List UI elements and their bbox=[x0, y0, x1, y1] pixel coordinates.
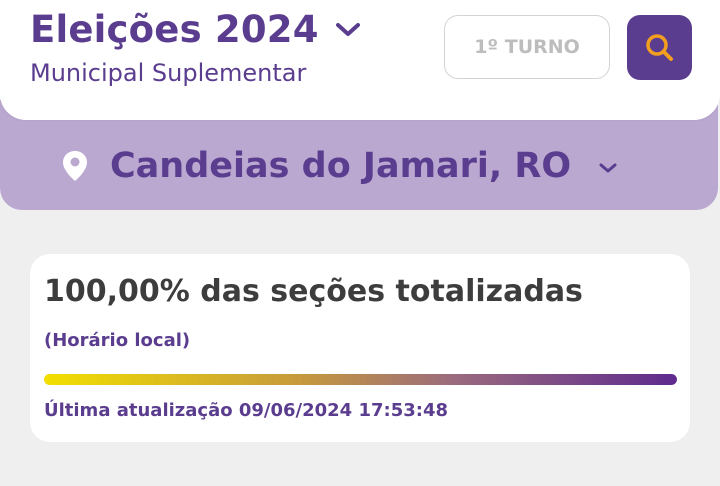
election-subtitle: Municipal Suplementar bbox=[30, 59, 307, 87]
round-button[interactable]: 1º TURNO bbox=[444, 15, 610, 79]
totalization-card: 100,00% das seções totalizadas (Horário … bbox=[30, 254, 690, 442]
progress-fill bbox=[44, 374, 677, 385]
search-button[interactable] bbox=[627, 15, 692, 80]
last-update-text: Última atualização 09/06/2024 17:53:48 bbox=[44, 400, 449, 421]
totalization-headline: 100,00% das seções totalizadas bbox=[44, 274, 583, 309]
local-time-note: (Horário local) bbox=[44, 330, 191, 351]
page-title: Eleições 2024 bbox=[30, 8, 319, 51]
map-pin-icon bbox=[60, 149, 90, 183]
location-selector[interactable]: Candeias do Jamari, RO bbox=[60, 140, 619, 192]
election-selector[interactable]: Eleições 2024 bbox=[30, 6, 361, 54]
search-icon bbox=[644, 32, 676, 64]
totalization-progress-bar bbox=[44, 374, 677, 385]
election-header: Eleições 2024 Municipal Suplementar 1º T… bbox=[0, 0, 720, 120]
location-name: Candeias do Jamari, RO bbox=[110, 146, 572, 186]
chevron-down-icon bbox=[597, 161, 619, 175]
chevron-down-icon bbox=[335, 22, 361, 38]
